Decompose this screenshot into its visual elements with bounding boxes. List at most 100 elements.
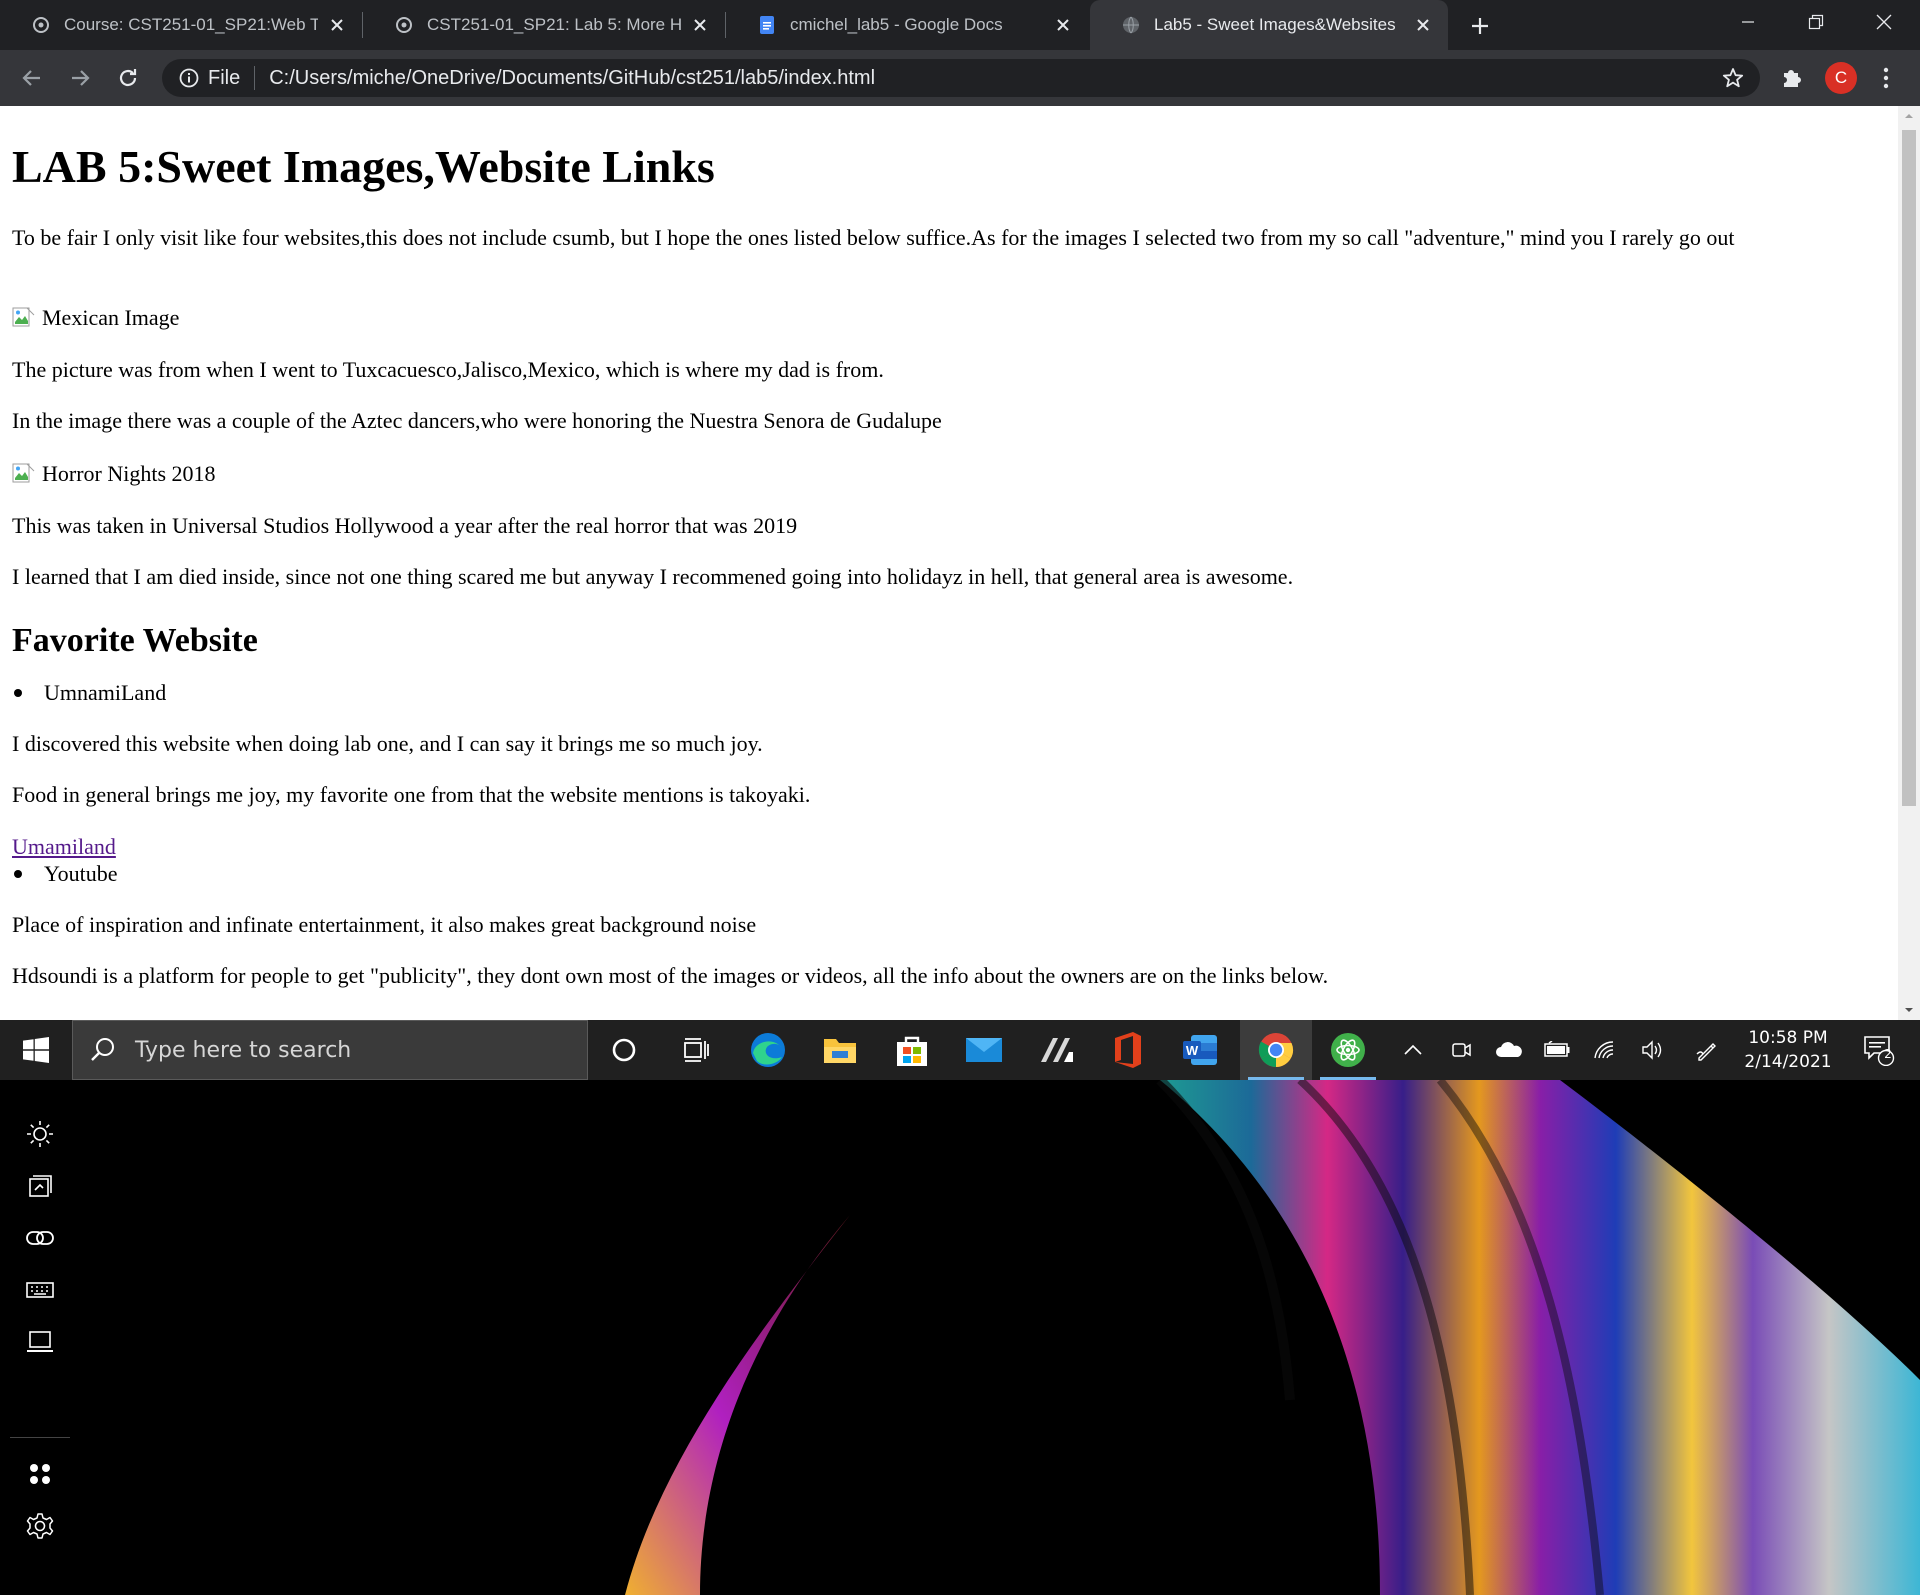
- umamiland-link-wrap: Umamiland: [12, 833, 1872, 860]
- paragraph: Food in general brings me joy, my favori…: [12, 782, 811, 807]
- close-icon: [1876, 14, 1892, 30]
- word-button[interactable]: W: [1164, 1020, 1236, 1080]
- google-docs-icon: [760, 16, 774, 34]
- close-tab-icon[interactable]: [689, 14, 711, 36]
- side-panel: [0, 1080, 80, 1595]
- tab-google-docs[interactable]: cmichel_lab5 - Google Docs: [726, 0, 1088, 50]
- more-vert-icon: [1883, 67, 1889, 89]
- apps-button[interactable]: [20, 1454, 60, 1494]
- settings-button[interactable]: [20, 1506, 60, 1546]
- address-divider: [254, 66, 256, 90]
- mail-button[interactable]: [948, 1020, 1020, 1080]
- task-view-button[interactable]: [660, 1020, 732, 1080]
- address-bar[interactable]: File C:/Users/miche/OneDrive/Documents/G…: [162, 59, 1760, 97]
- new-tab-button[interactable]: [1466, 12, 1494, 40]
- svg-text:W: W: [1186, 1043, 1199, 1058]
- vertical-scrollbar[interactable]: [1898, 106, 1920, 1020]
- wifi-icon: [1594, 1041, 1614, 1059]
- scroll-thumb[interactable]: [1902, 130, 1916, 806]
- paragraph: I learned that I am died inside, since n…: [12, 564, 1294, 589]
- umamiland-link[interactable]: Umamiland: [12, 834, 116, 859]
- info-icon[interactable]: [178, 67, 200, 89]
- tab-lab5-assignment[interactable]: CST251-01_SP21: Lab 5: More HTML: [363, 0, 725, 50]
- paragraph: Hdsoundi is a platform for people to get…: [12, 963, 1329, 988]
- bookmark-star-icon[interactable]: [1722, 67, 1744, 89]
- tab-title: cmichel_lab5 - Google Docs: [790, 15, 1003, 34]
- taskbar-search[interactable]: Type here to search: [72, 1020, 588, 1080]
- chrome-taskbar-button[interactable]: [1240, 1020, 1312, 1080]
- url-text[interactable]: C:/Users/miche/OneDrive/Documents/GitHub…: [269, 67, 875, 90]
- reload-icon: [119, 69, 137, 87]
- moodle-icon: [33, 17, 49, 33]
- cortana-button[interactable]: [588, 1020, 660, 1080]
- chevron-up-icon: [1404, 1044, 1422, 1055]
- office-button[interactable]: [1092, 1020, 1164, 1080]
- store-button[interactable]: [876, 1020, 948, 1080]
- pen-button[interactable]: [1690, 1020, 1724, 1080]
- paragraph: This was taken in Universal Studios Holl…: [12, 513, 798, 538]
- volume-button[interactable]: [1636, 1020, 1670, 1080]
- restore-button[interactable]: [1784, 0, 1848, 44]
- menu-button[interactable]: [1876, 64, 1896, 92]
- tab-lab5-page[interactable]: Lab5 - Sweet Images&Websites: [1090, 0, 1448, 50]
- page-viewport: LAB 5:Sweet Images,Website Links To be f…: [0, 106, 1920, 1020]
- minimize-button[interactable]: [1716, 0, 1780, 44]
- laptop-button[interactable]: [20, 1322, 60, 1362]
- paragraph: I discovered this website when doing lab…: [12, 731, 763, 756]
- paragraph: Place of inspiration and infinate entert…: [12, 912, 757, 937]
- action-center-button[interactable]: 2: [1854, 1020, 1904, 1080]
- close-window-button[interactable]: [1852, 0, 1916, 44]
- close-tab-icon[interactable]: [1052, 14, 1074, 36]
- side-panel-divider: [10, 1437, 70, 1438]
- tab-course[interactable]: Course: CST251-01_SP21:Web Tools: [0, 0, 362, 50]
- file-explorer-icon: [824, 1039, 856, 1063]
- laptop-icon: [27, 1331, 53, 1352]
- cortana-icon: [612, 1038, 636, 1062]
- favorites-heading: Favorite Website: [12, 622, 258, 659]
- intro-paragraph: To be fair I only visit like four websit…: [12, 225, 1735, 250]
- back-arrow-icon: [22, 70, 40, 86]
- forward-button[interactable]: [64, 62, 96, 94]
- meet-now-button[interactable]: [1444, 1020, 1478, 1080]
- store-icon: [897, 1036, 927, 1066]
- file-explorer-button[interactable]: [804, 1020, 876, 1080]
- brightness-button[interactable]: [20, 1114, 60, 1154]
- link-button[interactable]: [20, 1218, 60, 1258]
- profile-avatar[interactable]: C: [1825, 62, 1857, 94]
- taskbar-clock[interactable]: 10:58 PM 2/14/2021: [1738, 1026, 1838, 1074]
- start-button[interactable]: [0, 1020, 72, 1080]
- battery-icon: [1544, 1041, 1570, 1057]
- list-item-label: UmnamiLand: [44, 680, 167, 705]
- moodle-icon: [396, 17, 412, 33]
- notification-count: 2: [1884, 1047, 1892, 1061]
- back-button[interactable]: [16, 62, 48, 94]
- network-button[interactable]: [1588, 1020, 1622, 1080]
- chrome-icon: [1258, 1033, 1293, 1067]
- keyboard-button[interactable]: [20, 1270, 60, 1310]
- page-title: LAB 5:Sweet Images,Website Links: [12, 141, 715, 192]
- broken-image-icon: [12, 463, 36, 485]
- close-tab-icon[interactable]: [326, 14, 348, 36]
- forward-arrow-icon: [72, 70, 90, 86]
- clock-time: 10:58 PM: [1748, 1028, 1828, 1048]
- app-taskbar-button[interactable]: [1020, 1020, 1092, 1080]
- screenshot-icon: [29, 1175, 52, 1197]
- image-horror-nights: Horror Nights 2018: [12, 460, 1872, 487]
- screenshot-button[interactable]: [20, 1166, 60, 1206]
- close-tab-icon[interactable]: [1412, 14, 1434, 36]
- edge-taskbar-button[interactable]: [732, 1020, 804, 1080]
- bullet: [14, 869, 22, 878]
- battery-button[interactable]: [1540, 1020, 1574, 1080]
- keyboard-icon: [26, 1282, 54, 1298]
- show-hidden-icons-button[interactable]: [1396, 1020, 1430, 1080]
- app-icon: [1041, 1038, 1073, 1062]
- onedrive-button[interactable]: [1492, 1020, 1526, 1080]
- scroll-up-icon[interactable]: [1903, 110, 1915, 122]
- extensions-button[interactable]: [1778, 64, 1806, 92]
- scroll-down-icon[interactable]: [1903, 1004, 1915, 1016]
- list-item-youtube: Youtube: [12, 860, 118, 887]
- atom-taskbar-button[interactable]: [1312, 1020, 1384, 1080]
- tab-strip: Course: CST251-01_SP21:Web Tools CST251-…: [0, 0, 1920, 50]
- reload-button[interactable]: [112, 62, 144, 94]
- globe-icon: [1123, 16, 1139, 34]
